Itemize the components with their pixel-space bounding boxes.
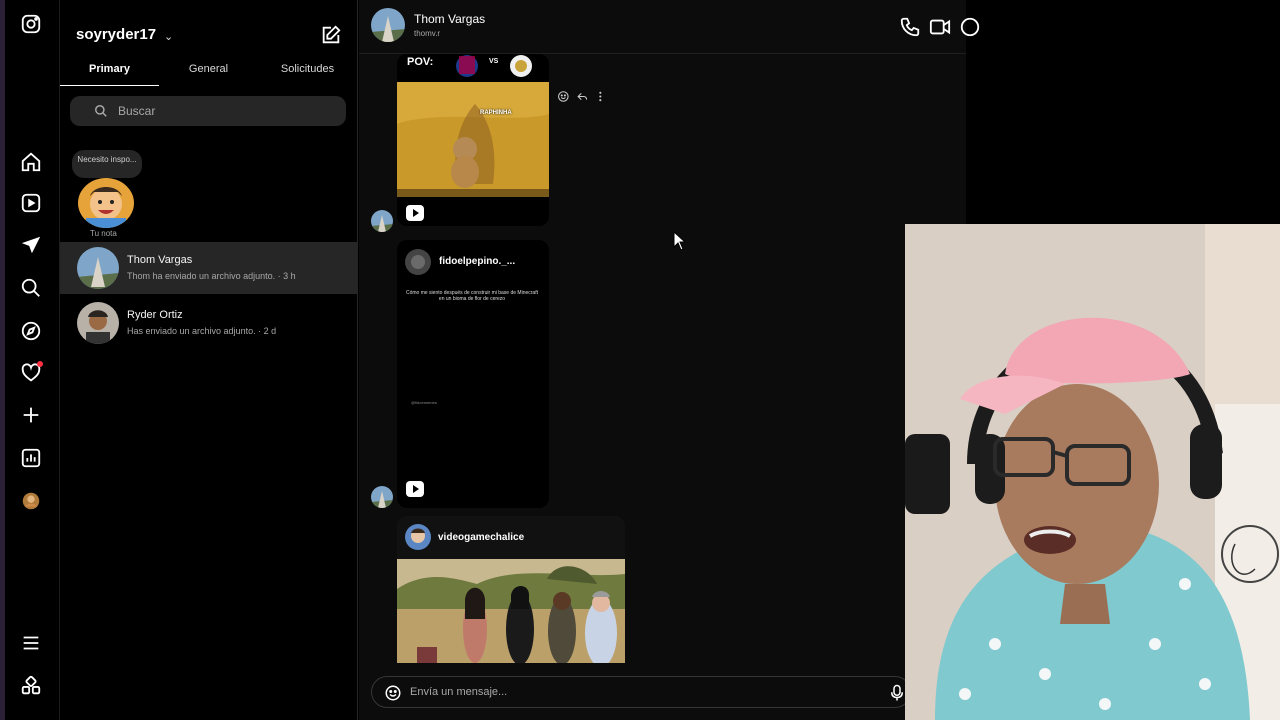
thread-name: Thom Vargas [127,254,193,266]
reel-overlay-label: RAPHINHA [480,110,512,116]
note-label: Tu nota [90,229,117,238]
tab-general[interactable]: General [159,58,258,86]
account-switcher[interactable]: soyryder17 [76,26,156,43]
explore-icon[interactable] [18,318,44,344]
message-placeholder: Envía un mensaje... [410,686,508,698]
react-icon[interactable] [557,90,570,103]
thread-item[interactable]: Ryder Ortiz Has enviado un archivo adjun… [60,297,358,349]
sender-avatar [371,486,393,508]
dashboard-icon[interactable] [18,445,44,471]
meta-apps-icon[interactable] [18,673,44,699]
thread-name: Ryder Ortiz [127,309,183,321]
shared-reel[interactable]: POV: VS RAPHINHA [397,54,549,226]
message-input[interactable]: Envía un mensaje... [371,676,911,708]
search-icon [95,105,107,117]
inbox-panel: soyryder17 ⌄ Primary General Solicitudes… [60,0,358,720]
notification-dot [37,361,43,367]
create-icon[interactable] [18,402,44,428]
reel-icon [406,205,424,221]
webcam-image [905,224,1280,720]
search-icon[interactable] [18,275,44,301]
reel-watermark: @fidoememes [411,400,437,405]
message-actions [557,90,607,106]
instagram-icon[interactable] [18,11,44,37]
post-owner-avatar [405,249,431,275]
new-message-icon[interactable] [320,24,342,46]
post-owner-name[interactable]: fidoelpepino._... [439,256,515,267]
post-owner-avatar [405,524,431,550]
chat-header: Thom Vargas thomv.r [359,0,980,54]
thread-item[interactable]: Thom Vargas Thom ha enviado un archivo a… [60,242,358,294]
more-options-icon[interactable] [594,90,607,103]
avatar [77,247,119,289]
contact-name[interactable]: Thom Vargas [414,12,485,26]
thread-preview: Has enviado un archivo adjunto. · 2 d [127,326,277,336]
reel-overlay-vs: VS [489,58,499,65]
contact-handle: thomv.r [414,29,441,38]
tab-primary[interactable]: Primary [60,58,159,86]
note-avatar[interactable] [78,178,134,228]
notifications-icon[interactable] [18,360,44,386]
search-input[interactable]: Buscar [70,96,346,126]
microphone-icon[interactable] [890,684,904,702]
reel-overlay-text: POV: [407,56,434,68]
post-image [397,559,625,663]
tab-requests[interactable]: Solicitudes [258,58,357,86]
menu-icon[interactable] [18,630,44,656]
reel-caption: Cómo me siento después de construir mi b… [405,290,538,302]
window-edge [0,0,5,720]
chat-panel: Thom Vargas thomv.r POV: VS RAPHINHA fid… [359,0,980,720]
profile-avatar[interactable] [18,488,44,514]
shared-post[interactable]: videogamechalice [397,516,625,663]
messages-icon[interactable] [18,232,44,258]
webcam-overlay [905,224,1280,720]
note-bubble[interactable]: Necesito inspo... [72,150,142,178]
shared-reel[interactable]: fidoelpepino._... Cómo me siento después… [397,240,549,508]
emoji-icon[interactable] [384,684,402,702]
home-icon[interactable] [18,149,44,175]
inbox-tabs: Primary General Solicitudes [60,58,358,86]
thread-preview: Thom ha enviado un archivo adjunto. · 3 … [127,271,296,281]
reel-icon [406,481,424,497]
inbox-header: soyryder17 ⌄ [76,24,346,48]
mouse-cursor-icon [673,231,687,251]
chevron-down-icon[interactable]: ⌄ [164,30,173,43]
post-owner-name[interactable]: videogamechalice [438,532,524,543]
reply-icon[interactable] [576,90,589,103]
phone-icon[interactable] [899,16,921,38]
info-icon[interactable] [959,16,981,38]
search-placeholder: Buscar [118,104,156,118]
nav-rail [0,0,60,720]
sender-avatar [371,210,393,232]
video-call-icon[interactable] [929,16,951,38]
avatar [77,302,119,344]
reels-icon[interactable] [18,190,44,216]
contact-avatar[interactable] [371,8,405,42]
